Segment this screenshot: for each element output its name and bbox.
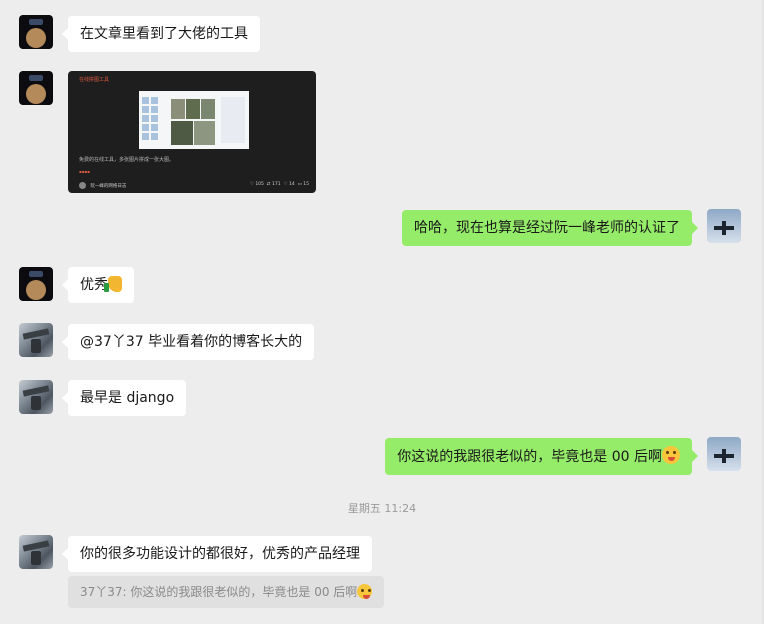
message-bubble-mine[interactable]: 你这说的我跟很老似的，毕竟也是 00 后啊 xyxy=(385,438,698,475)
card-link: ▪▪▪▪ xyxy=(79,169,90,174)
shares-count: 171 xyxy=(272,182,281,187)
message-bubble-mine[interactable]: 哈哈，现在也算是经过阮一峰老师的认证了 xyxy=(402,210,698,246)
card-screenshot xyxy=(139,91,249,149)
thumbs-up-icon xyxy=(104,276,122,292)
comment-icon: ▭ xyxy=(297,182,302,187)
face-emoji-icon xyxy=(662,446,680,464)
message-bubble[interactable]: 优秀 xyxy=(62,267,134,303)
fav-icon: ♡ xyxy=(283,182,288,187)
author-avatar xyxy=(79,182,86,189)
article-image-card[interactable]: 在线拼图工具 免费的在线工具，多张图片拼成一张大图。 ▪▪▪▪ 阮一峰的网络日志… xyxy=(68,71,316,193)
avatar[interactable] xyxy=(19,71,53,105)
avatar[interactable] xyxy=(19,380,53,414)
timestamp: 星期五 11:24 xyxy=(347,502,417,515)
face-emoji-icon xyxy=(357,584,373,599)
likes-count: 105 xyxy=(255,182,264,187)
avatar-me[interactable] xyxy=(707,209,741,243)
message-text: 你这说的我跟很老似的，毕竟也是 00 后啊 xyxy=(397,449,662,465)
like-icon: ♡ xyxy=(249,182,254,187)
avatar[interactable] xyxy=(19,323,53,357)
message-text: @37丫37 毕业看着你的博客长大的 xyxy=(80,334,303,350)
share-icon: ⇄ xyxy=(266,182,271,187)
comments-count: 15 xyxy=(303,182,309,187)
card-footer: 阮一峰的网络日志 ♡ 105 ⇄ 171 ♡ 14 ▭ 15 xyxy=(79,182,309,190)
card-description: 免费的在线工具，多张图片拼成一张大图。 xyxy=(79,157,175,163)
message-bubble[interactable]: @37丫37 毕业看着你的博客长大的 xyxy=(61,324,315,360)
card-stats: ♡ 105 ⇄ 171 ♡ 14 ▭ 15 xyxy=(250,182,309,187)
message-text: 哈哈，现在也算是经过阮一峰老师的认证了 xyxy=(414,220,680,236)
avatar[interactable] xyxy=(19,15,53,49)
avatar-me[interactable] xyxy=(707,437,741,471)
avatar[interactable] xyxy=(19,535,53,569)
message-text: 在文章里看到了大佬的工具 xyxy=(80,26,248,42)
quoted-message[interactable]: 37丫37: 你这说的我跟很老似的，毕竟也是 00 后啊 xyxy=(68,576,385,608)
message-bubble[interactable]: 在文章里看到了大佬的工具 xyxy=(62,16,260,52)
message-bubble[interactable]: 最早是 django xyxy=(61,380,187,416)
card-title: 在线拼图工具 xyxy=(79,77,110,83)
message-bubble[interactable]: 你的很多功能设计的都很好，优秀的产品经理 xyxy=(62,536,372,572)
quote-text: 37丫37: 你这说的我跟很老似的，毕竟也是 00 后啊 xyxy=(80,585,358,599)
avatar[interactable] xyxy=(19,267,53,301)
message-text: 最早是 django xyxy=(80,390,175,406)
favs-count: 14 xyxy=(288,182,295,187)
message-text: 你的很多功能设计的都很好，优秀的产品经理 xyxy=(80,546,360,562)
card-author: 阮一峰的网络日志 xyxy=(90,184,127,189)
